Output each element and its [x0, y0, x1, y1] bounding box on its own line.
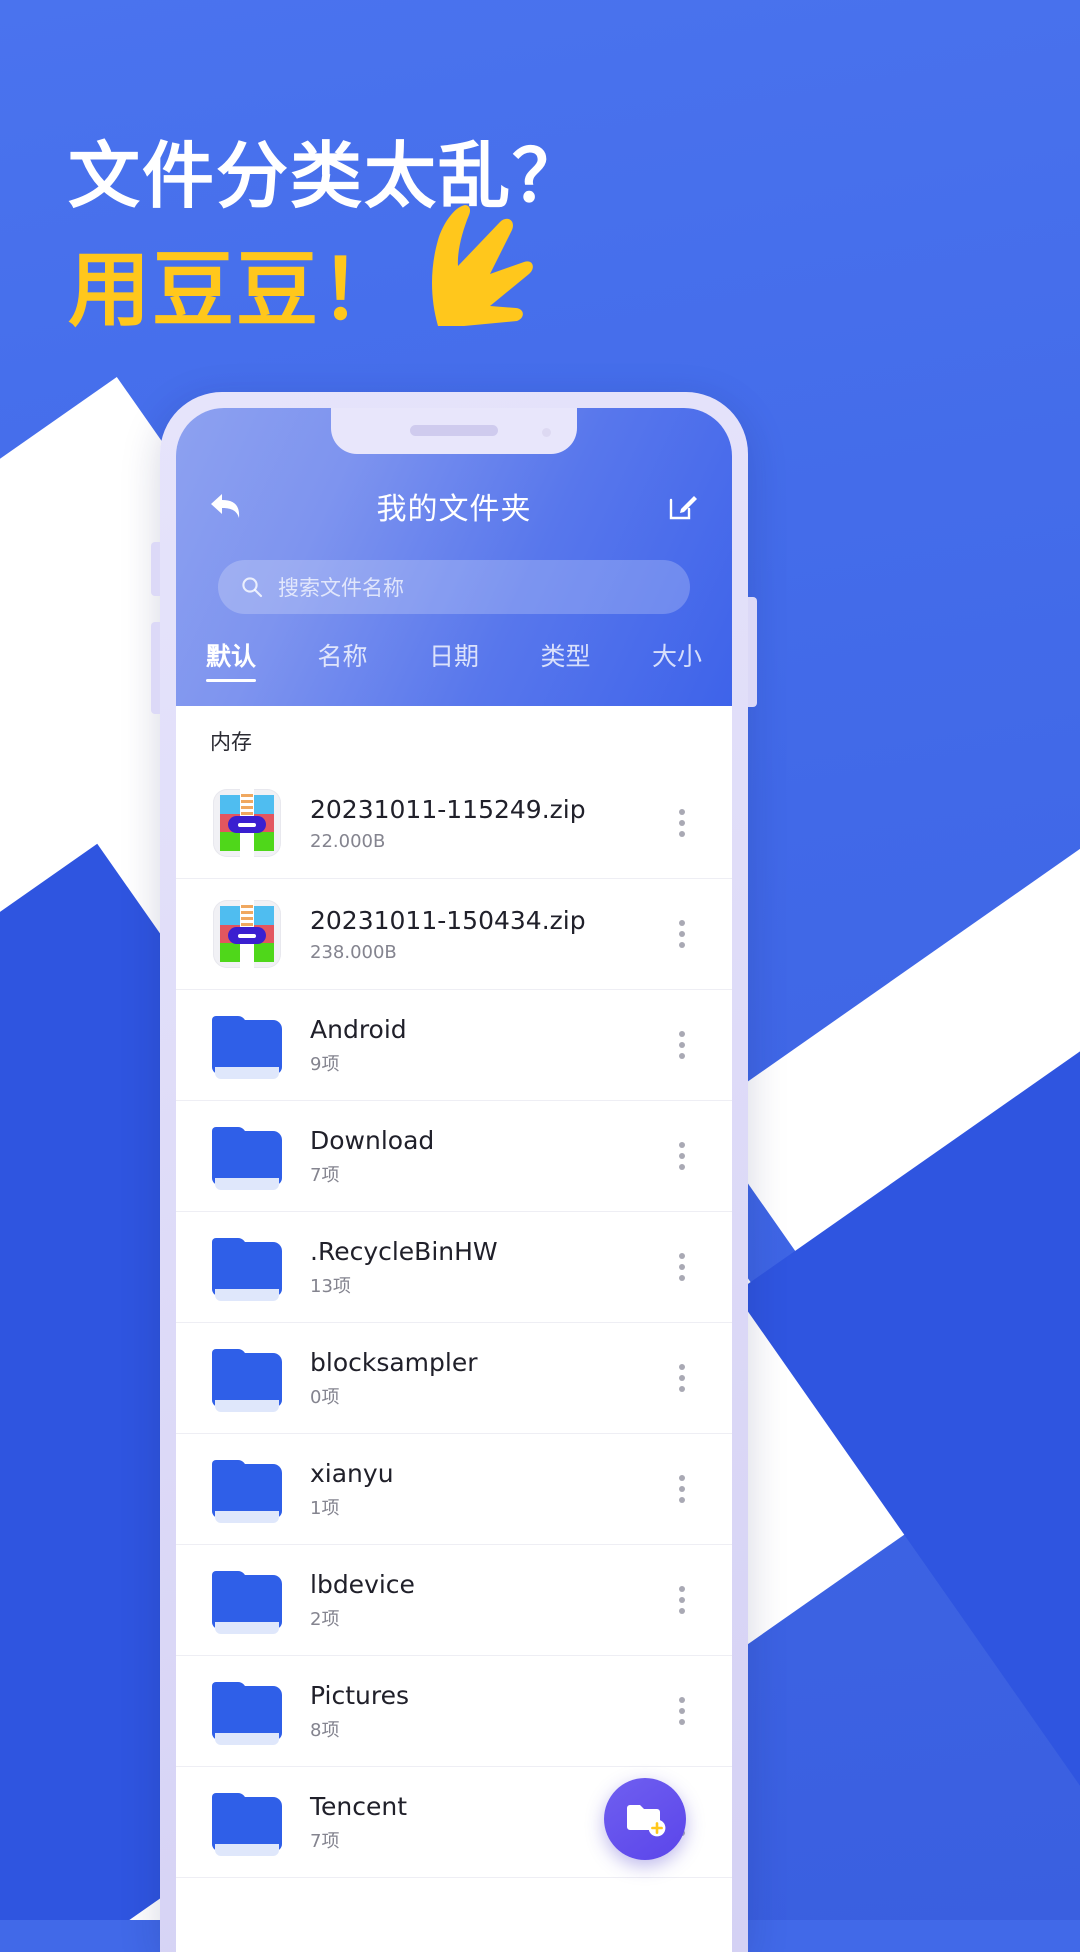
list-item-meta: 238.000B: [310, 941, 397, 963]
more-vertical-icon[interactable]: [660, 912, 704, 956]
list-item-meta: 0项: [310, 1387, 340, 1409]
list-item-name: blocksampler: [310, 1347, 478, 1377]
list-item[interactable]: xianyu 1项: [176, 1434, 732, 1545]
list-item-text: .RecycleBinHW 13项: [284, 1236, 660, 1298]
list-item[interactable]: 20231011-115249.zip 22.000B: [176, 768, 732, 879]
list-item-meta: 22.000B: [310, 830, 386, 852]
list-item-text: Download 7项: [284, 1125, 660, 1187]
folder-icon: [210, 1119, 284, 1193]
list-item-text: blocksampler 0项: [284, 1347, 660, 1409]
sort-tabs: 默认 名称 日期 类型 大小: [176, 637, 732, 682]
edit-pencil-icon[interactable]: [660, 483, 706, 529]
headline-secondary: 用豆豆！: [68, 243, 405, 338]
list-item-name: 20231011-115249.zip: [310, 795, 586, 825]
promo-headline: 文件分类太乱？ 用豆豆！: [68, 140, 988, 360]
list-item-meta: 9项: [310, 1054, 340, 1076]
file-list[interactable]: 内存 20231011-115249.zip 22.000B 20231011-…: [176, 706, 732, 1952]
phone-mockup: 我的文件夹 搜索文件名称 默认 名称 日期 类型 大小 内存 20231011-…: [151, 392, 757, 1952]
zip-file-icon: [210, 897, 284, 971]
list-item-name: lbdevice: [310, 1569, 415, 1599]
list-item-text: 20231011-150434.zip 238.000B: [284, 905, 660, 962]
list-item-meta: 13项: [310, 1276, 351, 1298]
new-folder-icon: [627, 1805, 666, 1837]
search-icon: [242, 577, 263, 598]
tab-name[interactable]: 名称: [317, 637, 367, 682]
list-item-name: xianyu: [310, 1458, 394, 1488]
more-vertical-icon[interactable]: [660, 1356, 704, 1400]
folder-icon: [210, 1008, 284, 1082]
list-item[interactable]: .RecycleBinHW 13项: [176, 1212, 732, 1323]
list-item-text: xianyu 1项: [284, 1458, 660, 1520]
list-item-name: Android: [310, 1014, 407, 1044]
list-item[interactable]: 20231011-150434.zip 238.000B: [176, 879, 732, 990]
list-item-text: Pictures 8项: [284, 1680, 660, 1742]
folder-icon: [210, 1563, 284, 1637]
list-item-name: Download: [310, 1125, 435, 1155]
list-item-name: 20231011-150434.zip: [310, 906, 586, 936]
more-vertical-icon[interactable]: [660, 1689, 704, 1733]
list-item-text: lbdevice 2项: [284, 1569, 660, 1631]
folder-icon: [210, 1785, 284, 1859]
list-item[interactable]: blocksampler 0项: [176, 1323, 732, 1434]
folder-icon: [210, 1674, 284, 1748]
list-item-text: 20231011-115249.zip 22.000B: [284, 794, 660, 851]
list-item-meta: 1项: [310, 1498, 340, 1520]
more-vertical-icon[interactable]: [660, 1023, 704, 1067]
phone-screen: 我的文件夹 搜索文件名称 默认 名称 日期 类型 大小 内存 20231011-…: [176, 408, 732, 1952]
tab-type[interactable]: 类型: [540, 637, 590, 682]
phone-volume-down-button[interactable]: [151, 622, 160, 714]
folder-icon: [210, 1452, 284, 1526]
headline-secondary-wrap: 用豆豆！: [68, 205, 988, 360]
more-vertical-icon[interactable]: [660, 1578, 704, 1622]
phone-notch: [331, 408, 577, 454]
back-arrow-icon[interactable]: [202, 483, 248, 529]
search-input[interactable]: 搜索文件名称: [218, 560, 690, 614]
phone-volume-up-button[interactable]: [151, 542, 160, 596]
hand-pointing-arrow-icon: [432, 205, 533, 326]
list-item-meta: 2项: [310, 1609, 340, 1631]
storage-section-label: 内存: [210, 730, 252, 754]
list-item[interactable]: Download 7项: [176, 1101, 732, 1212]
phone-power-button[interactable]: [748, 597, 757, 707]
more-vertical-icon[interactable]: [660, 1245, 704, 1289]
folder-icon: [210, 1341, 284, 1415]
zip-file-icon: [210, 786, 284, 860]
tab-default[interactable]: 默认: [206, 637, 257, 682]
list-item-text: Android 9项: [284, 1014, 660, 1076]
earpiece-speaker: [410, 425, 498, 436]
more-vertical-icon[interactable]: [660, 801, 704, 845]
tab-date[interactable]: 日期: [429, 637, 479, 682]
new-folder-button[interactable]: [604, 1778, 686, 1860]
list-item-meta: 8项: [310, 1720, 340, 1742]
tab-size[interactable]: 大小: [652, 637, 702, 682]
list-item-meta: 7项: [310, 1165, 340, 1187]
list-item[interactable]: Android 9项: [176, 990, 732, 1101]
title-bar: 我的文件夹: [176, 476, 732, 536]
more-vertical-icon[interactable]: [660, 1467, 704, 1511]
folder-icon: [210, 1230, 284, 1304]
list-item-name: Pictures: [310, 1680, 409, 1710]
list-item[interactable]: lbdevice 2项: [176, 1545, 732, 1656]
list-item-name: .RecycleBinHW: [310, 1236, 498, 1266]
front-camera: [542, 428, 551, 437]
page-title: 我的文件夹: [376, 492, 532, 527]
more-vertical-icon[interactable]: [660, 1134, 704, 1178]
list-item[interactable]: Pictures 8项: [176, 1656, 732, 1767]
search-placeholder: 搜索文件名称: [278, 576, 404, 600]
